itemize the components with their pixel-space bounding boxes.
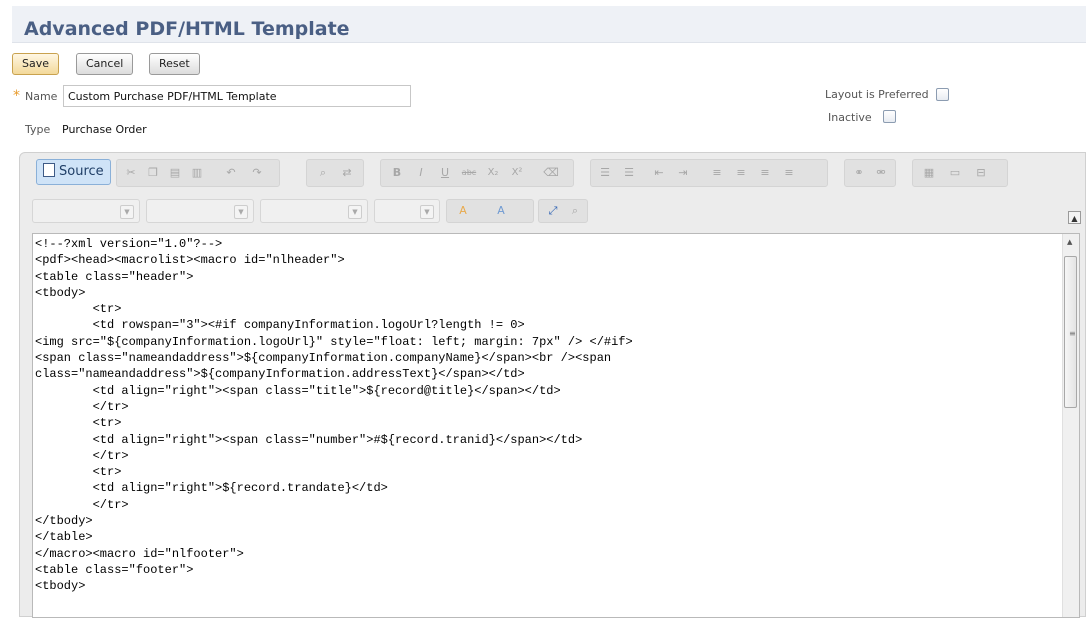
required-marker: * bbox=[13, 88, 20, 104]
redo-icon[interactable]: ↷ bbox=[249, 165, 265, 181]
underline-icon[interactable]: U bbox=[437, 165, 453, 181]
source-icon bbox=[43, 163, 55, 177]
grip-icon: ≡ bbox=[1069, 329, 1076, 338]
page-header: Advanced PDF/HTML Template bbox=[12, 6, 1086, 43]
save-button[interactable]: Save bbox=[12, 53, 60, 75]
remove-format-icon[interactable]: ⌫ bbox=[543, 165, 559, 181]
page-break-icon[interactable]: ⊟ bbox=[973, 165, 989, 181]
subscript-icon[interactable]: X₂ bbox=[485, 165, 501, 181]
template-source-code[interactable]: <!--?xml version="1.0"?--> <pdf><head><m… bbox=[33, 234, 1079, 595]
paste-text-icon[interactable]: ▥ bbox=[189, 165, 205, 181]
link-toolbar: ⚭ ⚮ bbox=[844, 159, 896, 187]
insert-toolbar: ▦ ▭ ⊟ bbox=[912, 159, 1008, 187]
chevron-down-icon: ▼ bbox=[420, 205, 434, 219]
strike-icon[interactable]: abc bbox=[461, 165, 477, 181]
indent-icon[interactable]: ⇥ bbox=[675, 165, 691, 181]
justify-icon[interactable]: ≡ bbox=[781, 165, 797, 181]
bulleted-list-icon[interactable]: ☰ bbox=[621, 165, 637, 181]
inactive-label: Inactive bbox=[828, 111, 872, 124]
chevron-down-icon: ▼ bbox=[120, 205, 134, 219]
align-right-icon[interactable]: ≡ bbox=[757, 165, 773, 181]
format-combo[interactable]: ▼ bbox=[146, 199, 254, 223]
type-value: Purchase Order bbox=[62, 123, 147, 136]
source-label: Source bbox=[59, 164, 104, 179]
horizontal-rule-icon[interactable]: ▭ bbox=[947, 165, 963, 181]
numbered-list-icon[interactable]: ☰ bbox=[597, 165, 613, 181]
html-editor: Source ✂ ❐ ▤ ▥ ↶ ↷ ⌕ ⇄ B I U abc X₂ X² ⌫… bbox=[19, 152, 1086, 618]
paragraph-toolbar: ☰ ☰ ⇤ ⇥ ≡ ≡ ≡ ≡ bbox=[590, 159, 828, 187]
italic-icon[interactable]: I bbox=[413, 165, 429, 181]
reset-button[interactable]: Reset bbox=[149, 53, 200, 75]
unlink-icon[interactable]: ⚮ bbox=[873, 165, 889, 181]
type-label: Type bbox=[25, 123, 51, 136]
name-field[interactable] bbox=[63, 85, 411, 107]
name-label: Name bbox=[25, 90, 58, 103]
vertical-scrollbar[interactable]: ▲ ≡ bbox=[1062, 234, 1079, 617]
cut-icon[interactable]: ✂ bbox=[123, 165, 139, 181]
show-blocks-icon[interactable]: ⌕ bbox=[567, 203, 583, 219]
align-left-icon[interactable]: ≡ bbox=[709, 165, 725, 181]
font-combo[interactable]: ▼ bbox=[260, 199, 368, 223]
superscript-icon[interactable]: X² bbox=[509, 165, 525, 181]
undo-icon[interactable]: ↶ bbox=[223, 165, 239, 181]
layout-preferred-checkbox[interactable] bbox=[936, 88, 949, 101]
maximize-icon[interactable]: ⤢ bbox=[545, 203, 561, 219]
scroll-up-icon[interactable]: ▲ bbox=[1067, 238, 1072, 246]
chevron-down-icon: ▼ bbox=[348, 205, 362, 219]
background-color-icon[interactable]: A bbox=[493, 203, 509, 219]
clipboard-toolbar: ✂ ❐ ▤ ▥ ↶ ↷ bbox=[116, 159, 280, 187]
size-combo[interactable]: ▼ bbox=[374, 199, 440, 223]
replace-icon[interactable]: ⇄ bbox=[339, 165, 355, 181]
styles-combo[interactable]: ▼ bbox=[32, 199, 140, 223]
align-center-icon[interactable]: ≡ bbox=[733, 165, 749, 181]
link-icon[interactable]: ⚭ bbox=[851, 165, 867, 181]
source-button[interactable]: Source bbox=[36, 159, 111, 185]
outdent-icon[interactable]: ⇤ bbox=[651, 165, 667, 181]
text-color-icon[interactable]: A bbox=[455, 203, 471, 219]
source-code-area[interactable]: <!--?xml version="1.0"?--> <pdf><head><m… bbox=[32, 233, 1080, 618]
find-icon[interactable]: ⌕ bbox=[315, 165, 331, 181]
inactive-checkbox[interactable] bbox=[883, 110, 896, 123]
toolbar-collapse-button[interactable]: ▲ bbox=[1068, 211, 1081, 224]
table-icon[interactable]: ▦ bbox=[921, 165, 937, 181]
paste-icon[interactable]: ▤ bbox=[167, 165, 183, 181]
color-toolbar: A A bbox=[446, 199, 534, 223]
page-title: Advanced PDF/HTML Template bbox=[24, 18, 350, 40]
format-toolbar: B I U abc X₂ X² ⌫ bbox=[380, 159, 574, 187]
chevron-down-icon: ▼ bbox=[234, 205, 248, 219]
scroll-thumb[interactable]: ≡ bbox=[1064, 256, 1077, 408]
bold-icon[interactable]: B bbox=[389, 165, 405, 181]
layout-preferred-label: Layout is Preferred bbox=[825, 88, 929, 101]
tools-toolbar: ⤢ ⌕ bbox=[538, 199, 588, 223]
copy-icon[interactable]: ❐ bbox=[145, 165, 161, 181]
cancel-button[interactable]: Cancel bbox=[76, 53, 134, 75]
find-toolbar: ⌕ ⇄ bbox=[306, 159, 364, 187]
